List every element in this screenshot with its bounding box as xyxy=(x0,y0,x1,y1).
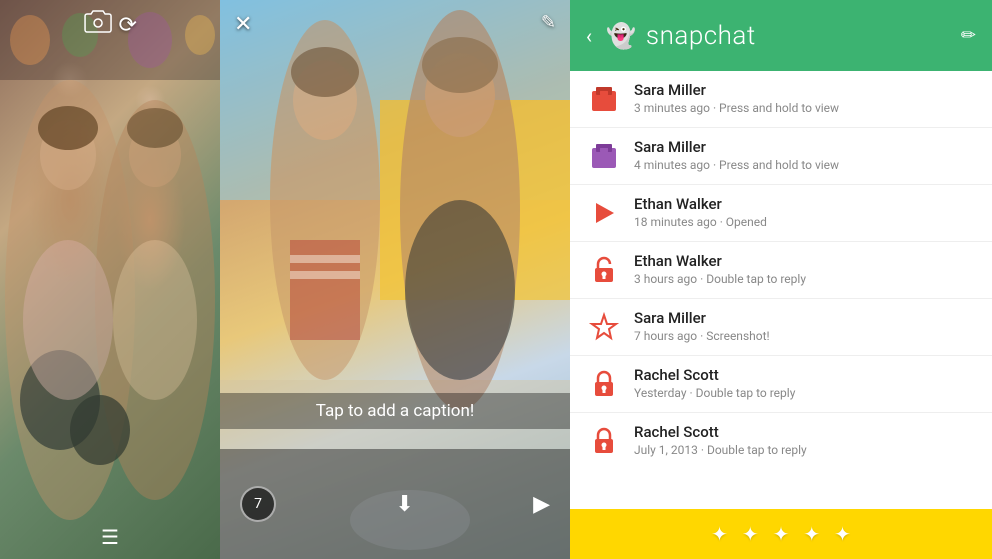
inbox-item-time: 3 minutes ago · Press and hold to view xyxy=(634,101,976,117)
inbox-sender-name: Rachel Scott xyxy=(634,423,976,443)
inbox-sender-name: Ethan Walker xyxy=(634,195,976,215)
inbox-item[interactable]: Sara Miller 4 minutes ago · Press and ho… xyxy=(570,128,992,185)
inbox-item[interactable]: Rachel Scott July 1, 2013 · Double tap t… xyxy=(570,413,992,469)
inbox-list: Sara Miller 3 minutes ago · Press and ho… xyxy=(570,71,992,509)
snap-type-icon xyxy=(586,423,622,459)
inbox-item-time: 4 minutes ago · Press and hold to view xyxy=(634,158,976,174)
left-panel: ⟳ ☰ xyxy=(0,0,220,559)
star-icon-4: ✦ xyxy=(803,522,820,546)
snap-type-icon xyxy=(586,366,622,402)
timer-badge: 7 xyxy=(240,486,276,522)
star-icon-2: ✦ xyxy=(742,522,759,546)
snap-type-icon xyxy=(586,252,622,288)
inbox-item[interactable]: Rachel Scott Yesterday · Double tap to r… xyxy=(570,356,992,413)
star-icon-1: ✦ xyxy=(711,522,728,546)
mid-panel-bottom-bar: 7 ⬇ ▶ xyxy=(220,449,570,559)
inbox-sender-name: Rachel Scott xyxy=(634,366,976,386)
inbox-item-info: Sara Miller 4 minutes ago · Press and ho… xyxy=(634,138,976,173)
inbox-sender-name: Sara Miller xyxy=(634,81,976,101)
snap-type-icon xyxy=(586,309,622,345)
inbox-item-time: 7 hours ago · Screenshot! xyxy=(634,329,976,345)
inbox-item-time: July 1, 2013 · Double tap to reply xyxy=(634,443,976,459)
inbox-item[interactable]: Ethan Walker 18 minutes ago · Opened xyxy=(570,185,992,242)
send-button[interactable]: ▶ xyxy=(533,492,550,517)
back-arrow-icon[interactable]: ‹ xyxy=(586,24,592,48)
inbox-sender-name: Sara Miller xyxy=(634,138,976,158)
star-icon-3: ✦ xyxy=(773,522,790,546)
inbox-sender-name: Ethan Walker xyxy=(634,252,976,272)
ghost-icon: 👻 xyxy=(606,22,636,50)
caption-text[interactable]: Tap to add a caption! xyxy=(220,393,570,429)
edit-icon[interactable]: ✎ xyxy=(541,12,556,33)
snapchat-inbox-panel: ‹ 👻 snapchat ✏ Sara Miller 3 minutes ago… xyxy=(570,0,992,559)
inbox-item-time: 3 hours ago · Double tap to reply xyxy=(634,272,976,288)
compose-icon[interactable]: ✏ xyxy=(961,25,976,46)
inbox-item-time: Yesterday · Double tap to reply xyxy=(634,386,976,402)
inbox-item-info: Rachel Scott July 1, 2013 · Double tap t… xyxy=(634,423,976,458)
inbox-item-info: Sara Miller 3 minutes ago · Press and ho… xyxy=(634,81,976,116)
left-photo-art xyxy=(0,0,220,559)
inbox-item-time: 18 minutes ago · Opened xyxy=(634,215,976,231)
camera-icon[interactable]: ⟳ xyxy=(83,10,137,40)
snap-type-icon xyxy=(586,138,622,174)
menu-icon[interactable]: ☰ xyxy=(101,525,119,549)
snap-type-icon xyxy=(586,81,622,117)
close-button[interactable]: ✕ xyxy=(234,12,252,37)
inbox-item[interactable]: Sara Miller 3 minutes ago · Press and ho… xyxy=(570,71,992,128)
mid-panel: ✕ ✎ Tap to add a caption! 7 ⬇ ▶ xyxy=(220,0,570,559)
star-icon-5: ✦ xyxy=(834,522,851,546)
snapchat-header: ‹ 👻 snapchat ✏ xyxy=(570,0,992,71)
snap-type-icon xyxy=(586,195,622,231)
app-title: snapchat xyxy=(646,21,756,51)
inbox-item[interactable]: Sara Miller 7 hours ago · Screenshot! xyxy=(570,299,992,356)
download-button[interactable]: ⬇ xyxy=(395,492,413,517)
inbox-item-info: Ethan Walker 18 minutes ago · Opened xyxy=(634,195,976,230)
inbox-item-info: Ethan Walker 3 hours ago · Double tap to… xyxy=(634,252,976,287)
inbox-item[interactable]: Ethan Walker 3 hours ago · Double tap to… xyxy=(570,242,992,299)
inbox-sender-name: Sara Miller xyxy=(634,309,976,329)
yellow-bottom-bar: ✦ ✦ ✦ ✦ ✦ xyxy=(570,509,992,559)
inbox-item-info: Sara Miller 7 hours ago · Screenshot! xyxy=(634,309,976,344)
inbox-item-info: Rachel Scott Yesterday · Double tap to r… xyxy=(634,366,976,401)
